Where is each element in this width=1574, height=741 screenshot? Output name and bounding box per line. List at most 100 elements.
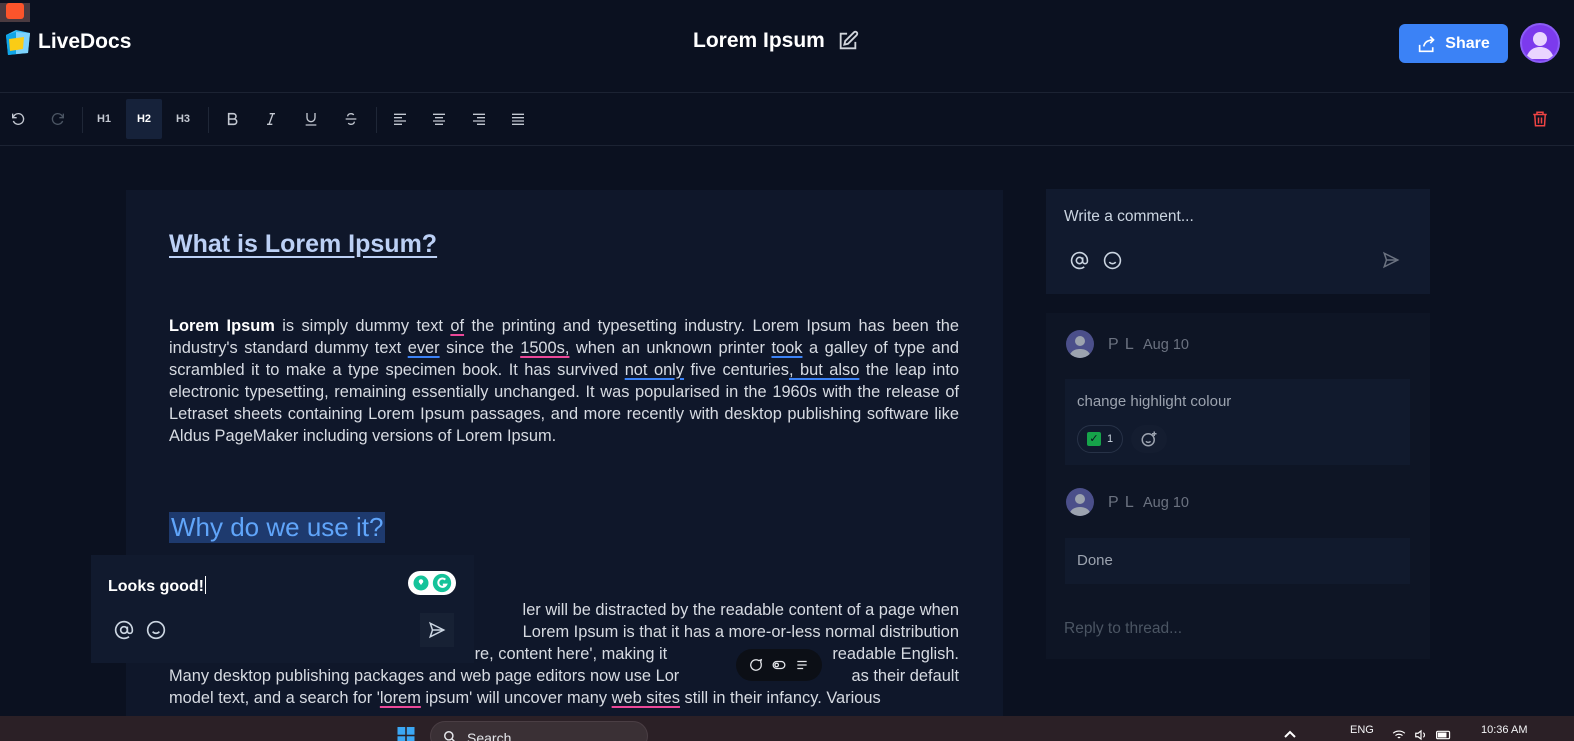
comment-text: change highlight colour: [1077, 393, 1232, 410]
reply-input[interactable]: Reply to thread...: [1064, 620, 1182, 638]
header: LiveDocs Lorem Ipsum Share: [0, 3, 1574, 93]
spellcheck-underlined-word[interactable]: web sites: [612, 689, 680, 707]
strikethrough-icon: [345, 112, 357, 126]
grammarly-icon: [432, 573, 452, 593]
toolbar-divider: [82, 107, 83, 133]
user-avatar[interactable]: [1520, 23, 1560, 63]
redo-button[interactable]: [40, 99, 76, 139]
spellcheck-underlined-word[interactable]: took: [771, 339, 802, 357]
bold-button[interactable]: [214, 99, 250, 139]
italic-icon: [267, 113, 275, 125]
share-label: Share: [1445, 34, 1490, 52]
lightbulb-icon: [413, 575, 429, 591]
volume-icon[interactable]: [1414, 729, 1428, 741]
paragraph-1: Lorem Ipsum is simply dummy text of the …: [169, 316, 959, 447]
delete-button[interactable]: [1522, 99, 1558, 139]
heading1-button[interactable]: H1: [86, 99, 122, 139]
mention-icon[interactable]: [114, 620, 134, 640]
bold-icon: [227, 112, 238, 126]
align-center-icon: [433, 113, 445, 125]
spellcheck-underlined-word[interactable]: , but also: [789, 361, 859, 379]
check-emoji-icon: ✓: [1086, 432, 1101, 446]
paragraph-text: model text, and a search for ': [169, 688, 380, 707]
comment-icon[interactable]: [749, 658, 763, 672]
paragraph-2-fragment: readable English.: [832, 644, 959, 663]
toolbar-divider: [376, 107, 377, 133]
strikethrough-button[interactable]: [333, 99, 369, 139]
clock-time[interactable]: 10:36 AM: [1481, 724, 1527, 736]
spellcheck-underlined-word[interactable]: not only: [625, 361, 684, 379]
document-title-area[interactable]: Lorem Ipsum: [693, 29, 859, 53]
composer-input[interactable]: Looks good!: [108, 576, 206, 596]
heading-why-use-it: Why do we use it?: [169, 512, 386, 543]
paragraph-text: ipsum' will uncover many: [420, 688, 612, 707]
align-justify-button[interactable]: [500, 99, 536, 139]
comment-avatar: [1066, 488, 1094, 516]
align-center-button[interactable]: [421, 99, 457, 139]
align-left-button[interactable]: [382, 99, 418, 139]
paragraph-2-fragment: Many desktop publishing packages and web…: [169, 666, 680, 685]
toggle-icon[interactable]: [772, 658, 786, 672]
redo-icon: [51, 112, 64, 125]
align-right-button[interactable]: [461, 99, 497, 139]
spellcheck-underlined-word[interactable]: 1500s,: [520, 339, 569, 357]
mention-icon[interactable]: [1070, 251, 1089, 270]
comment-text: Done: [1077, 552, 1113, 569]
comment-body: change highlight colour ✓ 1: [1065, 379, 1410, 465]
underline-button[interactable]: [293, 99, 329, 139]
italic-button[interactable]: [253, 99, 289, 139]
spellcheck-underlined-word[interactable]: ever: [408, 339, 440, 357]
bold-text: Lorem Ipsum: [169, 317, 275, 335]
wifi-icon[interactable]: [1392, 729, 1406, 741]
paragraph-text: still in their infancy. Various: [679, 688, 881, 707]
align-left-icon: [394, 113, 406, 125]
align-right-icon: [473, 113, 485, 125]
add-reaction-button[interactable]: [1131, 425, 1167, 453]
paragraph-2-line: Many desktop publishing packages and web…: [169, 666, 959, 688]
taskbar-search-label: Search: [467, 730, 512, 741]
paragraph-2-line: model text, and a search for 'lorem ipsu…: [169, 688, 959, 710]
edit-icon[interactable]: [837, 30, 859, 52]
trash-icon: [1533, 111, 1547, 127]
document-title[interactable]: Lorem Ipsum: [693, 29, 825, 53]
undo-icon: [12, 112, 25, 125]
windows-start-icon[interactable]: [395, 727, 417, 741]
new-comment-box[interactable]: Write a comment...: [1046, 189, 1430, 294]
search-icon: [444, 731, 456, 741]
os-taskbar: [0, 716, 1574, 741]
add-emoji-icon: [1141, 431, 1157, 447]
list-icon[interactable]: [795, 658, 809, 672]
share-button[interactable]: Share: [1399, 24, 1508, 63]
align-justify-icon: [512, 113, 524, 125]
reaction-count: 1: [1106, 433, 1114, 445]
chevron-up-icon[interactable]: [1283, 729, 1297, 739]
grammarly-widget[interactable]: [408, 571, 456, 595]
spellcheck-underlined-word[interactable]: lorem: [380, 689, 421, 707]
app-name: LiveDocs: [38, 30, 132, 53]
send-icon: [428, 621, 446, 639]
comment-thread: [1046, 313, 1430, 659]
app-logo[interactable]: LiveDocs: [4, 27, 131, 57]
battery-icon[interactable]: [1436, 729, 1452, 741]
comment-author: P L: [1108, 336, 1135, 353]
composer-send-button[interactable]: [420, 613, 454, 647]
paragraph-text: five centuries: [684, 360, 790, 379]
folder-logo-icon: [6, 30, 30, 55]
spellcheck-underlined-word[interactable]: of: [450, 317, 464, 335]
language-indicator[interactable]: ENG: [1350, 724, 1374, 736]
toolbar-divider: [208, 107, 209, 133]
underline-icon: [305, 113, 317, 126]
undo-button[interactable]: [0, 99, 36, 139]
inline-comment-composer[interactable]: Looks good!: [91, 555, 474, 663]
send-icon[interactable]: [1382, 251, 1400, 269]
paragraph-text: since the: [439, 338, 521, 357]
comment-input-placeholder[interactable]: Write a comment...: [1064, 208, 1194, 226]
comment-body: Done: [1065, 538, 1410, 584]
heading2-button[interactable]: H2: [126, 99, 162, 139]
paragraph-2-fragment: as their default: [851, 666, 959, 685]
emoji-icon[interactable]: [1103, 251, 1122, 270]
taskbar-search[interactable]: Search: [430, 721, 648, 741]
reaction-badge[interactable]: ✓ 1: [1077, 425, 1123, 453]
heading3-button[interactable]: H3: [165, 99, 201, 139]
emoji-icon[interactable]: [146, 620, 166, 640]
